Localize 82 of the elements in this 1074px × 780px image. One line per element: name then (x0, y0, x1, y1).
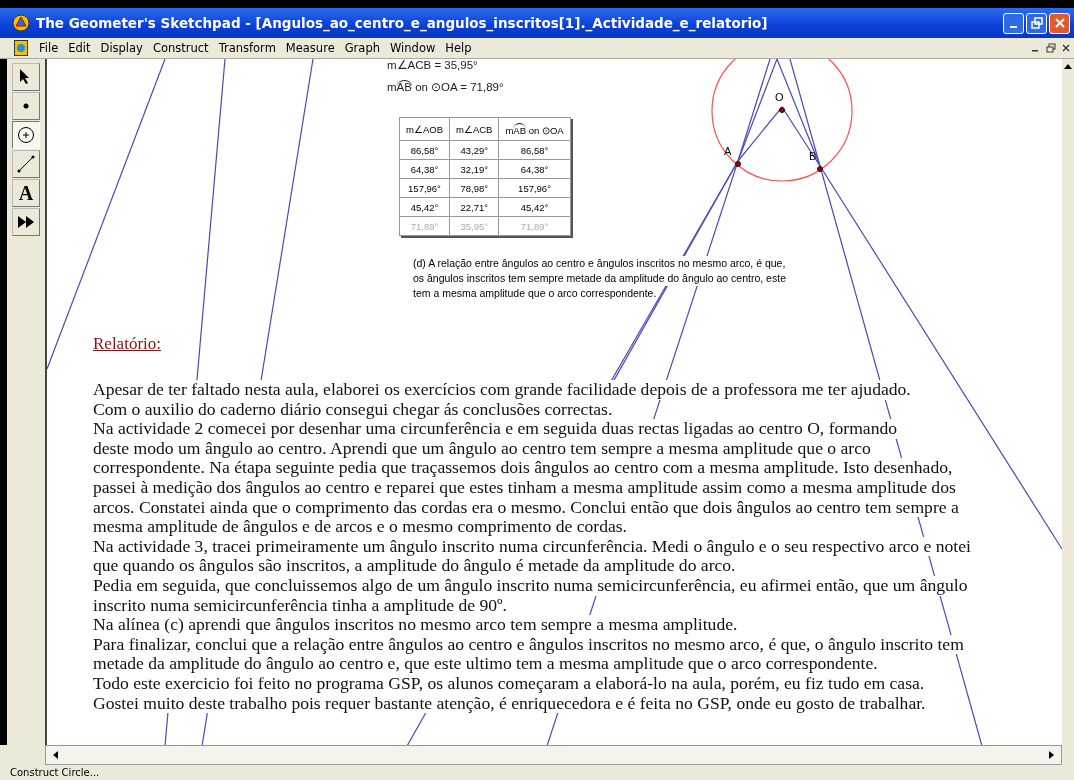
menu-item[interactable]: Display (95, 41, 148, 55)
report-text: Na actividade 2 comecei por desenhar uma circunferência e em seguida duas rectas ligadas ao centro O, formando (93, 419, 898, 439)
answer-text: os ângulos inscritos tem sempre metade da amplitude do ângulo ao centro, este (413, 271, 786, 286)
table-cell: 45,42° (498, 197, 571, 217)
point-icon (23, 103, 29, 109)
table-header: m∠AOB (399, 117, 450, 141)
menu-item[interactable]: Measure (280, 41, 340, 55)
horizontal-scrollbar[interactable] (45, 745, 1062, 765)
restore-icon (1030, 17, 1043, 29)
scroll-up-icon[interactable] (1064, 63, 1072, 69)
point-label: O (775, 91, 784, 103)
menu-item[interactable]: File (34, 41, 64, 55)
tool-button[interactable] (12, 208, 40, 236)
document-logo-icon (14, 40, 28, 56)
measurement-label[interactable]: m∠ACB = 35,95° (387, 59, 504, 76)
table-cell: 32,19° (449, 159, 499, 179)
report-text: Na actividade 3, tracei primeiramente um ângulo inscrito numa circunferência. Medi o ângulo e o seu respectivo arco e notei (93, 536, 971, 557)
table-cell: 35,95° (449, 216, 499, 236)
report-text: Pedia em seguida, que concluissemos algo de um ângulo inscrito numa semicircunferência, eu afirmei então, que um ângulo (93, 575, 968, 596)
answer-text: tem a mesma amplitude que o arco correspondente. (413, 286, 657, 301)
report-text: que quando os ângulos são inscritos, a amplitude do ângulo é metade da amplitude do arco. (93, 556, 736, 576)
close-button[interactable] (1049, 12, 1070, 34)
report-text: passei à medição dos ângulos ao centro e reparei que estes tinham a mesma amplitude assim como a mesma amplitude dos (93, 477, 956, 498)
point-label: B (809, 150, 817, 162)
report-text: inscrito numa semicircunferência tinha a amplitude de 90º. (93, 595, 507, 616)
answer-text: (d) A relação entre ângulos ao centro e ângulos inscritos no mesmo arco, é que, (413, 256, 786, 271)
report-text: Apesar de ter faltado nesta aula, elaborei os exercícios com grande facilidade depois de a professora me ter ajudado. (93, 380, 911, 400)
report-text: correspondente. Na étapa seguinte pedia que traçassemos dois ângulos ao centro com a mesma amplitude. Isto desenhado, (93, 458, 953, 478)
scroll-right-icon[interactable] (1049, 751, 1055, 759)
table-cell: 157,96° (498, 178, 571, 198)
report-text: Para finalizar, conclui que a relação entre ângulos ao centro e ângulos inscritos no mesmo arco, é que, o ângulo inscrito tem (93, 634, 964, 655)
table-cell: 45,42° (399, 197, 450, 217)
fast-forward-icon (17, 215, 35, 229)
close-icon[interactable] (1062, 43, 1070, 53)
table-cell: 86,58° (498, 140, 571, 160)
tool-button[interactable] (12, 150, 40, 178)
measurement-table[interactable]: m∠AOB m∠ACB mAB on ⊙OA 86,58° 43,29° 86,58° 64,38° 32,19° 64,38° 157,96° 78,98° 157,96° 45,42° 22,71° 45,42° 71,89° 35,95° 71,89° (399, 117, 571, 236)
circle-icon (17, 126, 35, 144)
report-text: mesma amplitude de ângulos e de arcos e o mesmo comprimento de cordas. (93, 517, 627, 537)
table-cell: 71,89° (498, 216, 571, 236)
point-marker-icon[interactable] (779, 107, 785, 113)
point-marker-icon[interactable] (735, 161, 741, 167)
status-text: Construct Circle... (10, 767, 100, 778)
menu-item[interactable]: Window (385, 41, 441, 55)
point-label: A (724, 145, 732, 157)
minimize-button[interactable] (1003, 12, 1024, 34)
report-text: Todo este exercicio foi feito no programa GSP, os alunos começaram a elaborá-lo na aula, porém, eu fiz tudo em casa. (93, 673, 925, 694)
menu-item[interactable]: Help (440, 41, 477, 55)
segment-icon (17, 155, 35, 173)
tool-button[interactable] (12, 63, 40, 91)
table-cell: 78,98° (449, 178, 499, 198)
restore-button[interactable] (1026, 12, 1047, 34)
tool-button[interactable] (12, 121, 40, 149)
tool-button[interactable]: A (12, 179, 40, 207)
compass-logo-icon (12, 14, 30, 32)
point-marker-icon[interactable] (817, 166, 823, 172)
minimize-icon (1010, 26, 1017, 28)
table-cell: 64,38° (498, 159, 571, 179)
scroll-left-icon[interactable] (52, 751, 58, 759)
close-icon (1054, 18, 1065, 28)
menu-item[interactable]: Construct (147, 41, 214, 55)
report-text: metade da amplitude do ângulo ao centro e, que este ultimo tem a mesma amplitude que o arco correspondente. (93, 654, 878, 674)
table-cell: 157,96° (399, 178, 450, 198)
restore-icon[interactable] (1046, 43, 1056, 53)
menu-item[interactable]: Graph (339, 41, 385, 55)
table-cell: 71,89° (399, 216, 450, 236)
report-heading: Relatório: (93, 334, 162, 354)
table-cell: 22,71° (449, 197, 499, 217)
menu-item[interactable]: Transform (213, 41, 281, 55)
table-cell: 64,38° (399, 159, 450, 179)
menu-item[interactable]: Edit (63, 41, 96, 55)
report-text: deste modo um ângulo ao centro. Aprendi que um ângulo ao centro tem sempre a mesma amplitude que o arco (93, 438, 871, 459)
table-header: mAB on ⊙OA (498, 117, 571, 141)
table-cell: 43,29° (449, 140, 499, 160)
window-title: The Geometer's Sketchpad - [Angulos_ao_centro_e_angulos_inscritos[1]._Actividade_e_relatorio] (36, 15, 769, 31)
table-cell: 86,58° (399, 140, 450, 160)
report-text: Gostei muito deste trabalho pois requer bastante atenção, é enriquecedora e é feita no GSP, onde eu gosto de trabalhar. (93, 693, 926, 714)
table-header: m∠ACB (449, 117, 499, 141)
report-text: Com o auxilio do caderno diário consegui chegar ás conclusões correctas. (93, 399, 613, 420)
report-text: arcos. Constatei ainda que o comprimento das cordas era o mesmo. Conclui então que dois ângulos ao centro tem sempre a (93, 497, 959, 518)
measurement-label[interactable]: mAB on ⊙OA = 71,89° (387, 76, 504, 98)
report-text: Na alínea (c) aprendi que ângulos inscritos no mesmo arco tem sempre a mesma amplitude. (93, 615, 738, 635)
